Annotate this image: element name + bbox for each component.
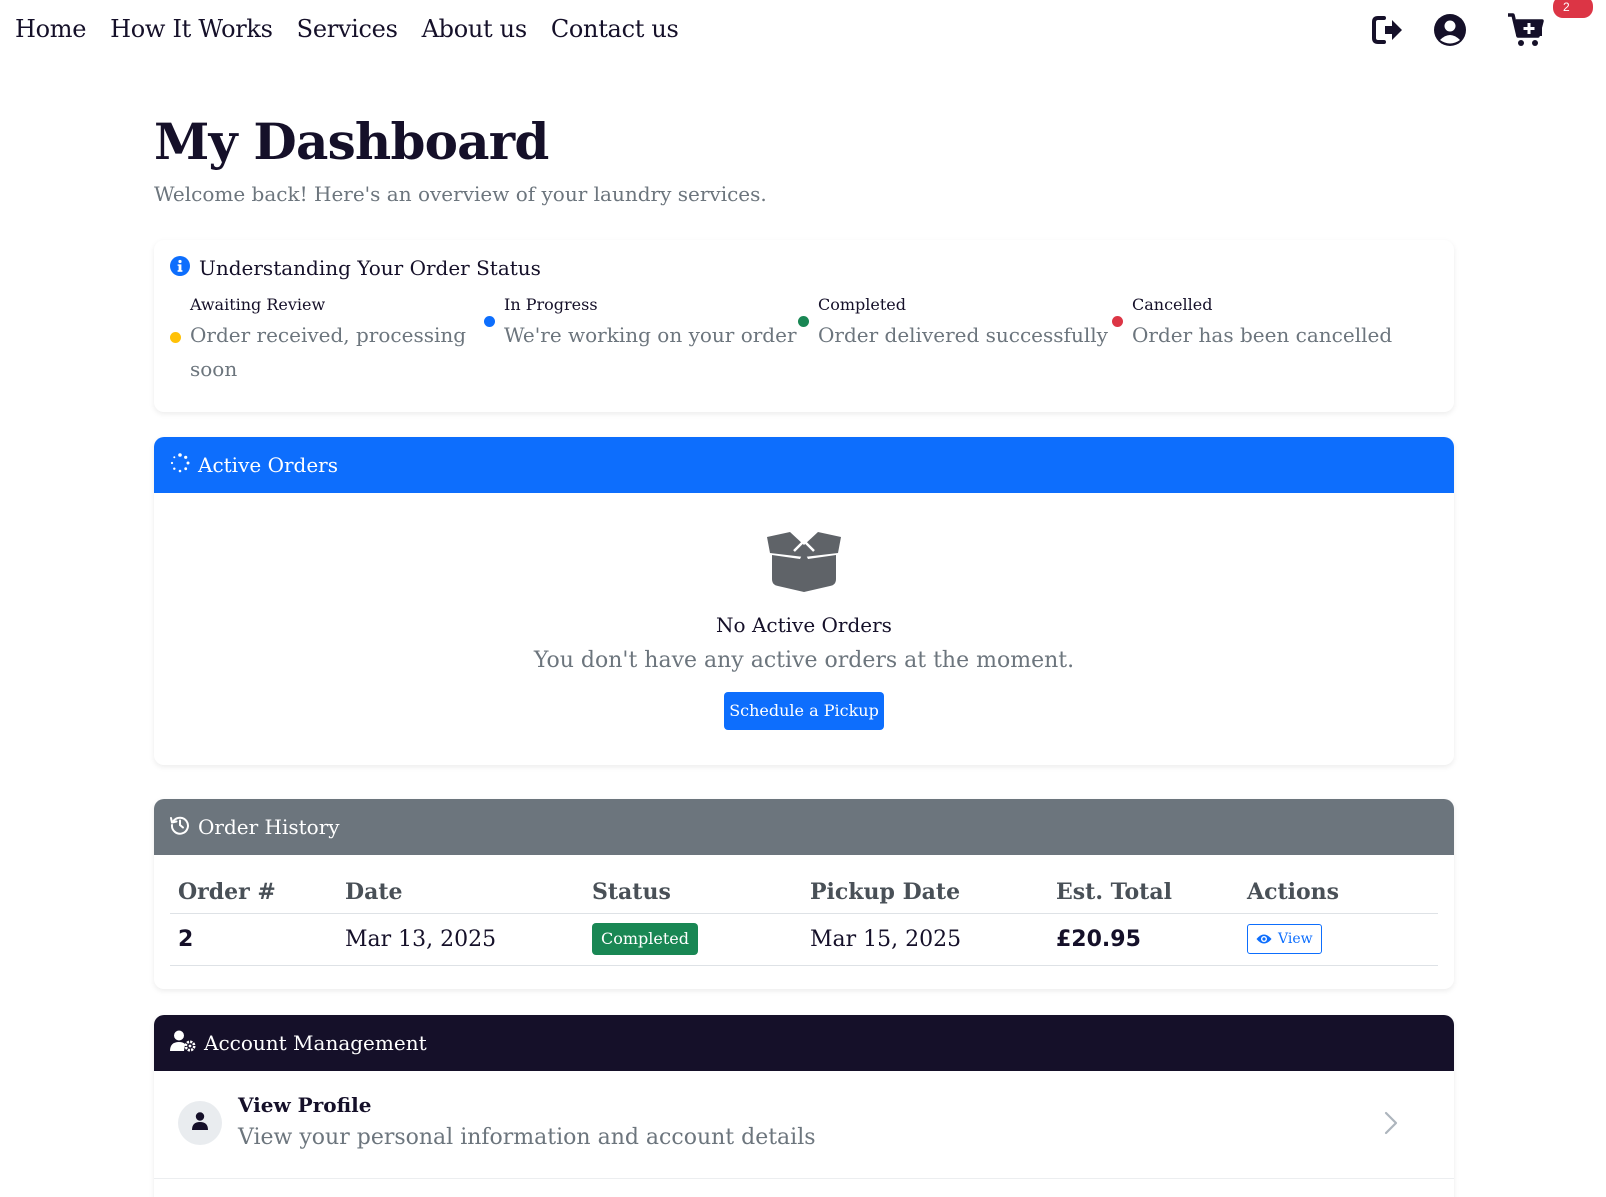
nav-links: Home How It Works Services About us Cont… (15, 13, 703, 45)
status-dot (170, 332, 181, 343)
order-pickup-date: Mar 15, 2025 (802, 913, 1048, 966)
user-icon (192, 1112, 208, 1134)
col-order-number: Order # (170, 871, 337, 914)
status-dot (1112, 316, 1123, 327)
dashboard-main: My Dashboard Welcome back! Here's an ove… (154, 110, 1454, 1197)
profile-avatar (178, 1101, 222, 1145)
cart-count-badge: 2 (1553, 0, 1593, 18)
col-status: Status (584, 871, 802, 914)
order-history-card: Order History Order # Date Status Pickup… (154, 799, 1454, 989)
order-number: 2 (170, 913, 337, 966)
view-button-label: View (1278, 931, 1313, 947)
view-profile-title: View Profile (238, 1093, 372, 1117)
nav-how-it-works-link[interactable]: How It Works (110, 13, 273, 45)
col-actions: Actions (1239, 871, 1438, 914)
schedule-pickup-button[interactable]: Schedule a Pickup (724, 692, 884, 730)
nav-home-link[interactable]: Home (15, 13, 86, 45)
status-legend-title: Understanding Your Order Status (199, 256, 541, 280)
col-pickup-date: Pickup Date (802, 871, 1048, 914)
eye-icon (1256, 933, 1272, 945)
empty-orders-title: No Active Orders (716, 613, 892, 637)
col-date: Date (337, 871, 584, 914)
order-status-legend-card: Understanding Your Order Status Awaiting… (154, 240, 1454, 412)
info-icon (170, 256, 190, 280)
legend-desc: Order delivered successfully (818, 323, 1108, 347)
page-title: My Dashboard (154, 112, 549, 171)
empty-orders-desc: You don't have any active orders at the … (533, 648, 1075, 673)
open-box-icon (764, 531, 844, 597)
col-est-total: Est. Total (1048, 871, 1239, 914)
order-history-title: Order History (198, 815, 340, 839)
status-badge: Completed (592, 923, 699, 955)
view-order-button[interactable]: View (1247, 924, 1322, 954)
order-date: Mar 13, 2025 (337, 913, 584, 966)
legend-desc: Order received, processing soon (190, 323, 467, 381)
legend-label: Completed (818, 295, 907, 314)
table-row: 2 Mar 13, 2025 Completed Mar 15, 2025 £2… (170, 913, 1438, 966)
cart-icon[interactable] (1506, 10, 1546, 50)
legend-label: In Progress (504, 295, 598, 314)
account-management-header: Account Management (154, 1015, 1454, 1071)
active-orders-header: Active Orders (154, 437, 1454, 493)
active-orders-title: Active Orders (198, 453, 338, 477)
logout-icon[interactable] (1368, 10, 1408, 50)
order-total: £20.95 (1048, 913, 1239, 966)
page-subtitle: Welcome back! Here's an overview of your… (154, 182, 767, 206)
order-status-cell: Completed (584, 913, 802, 966)
view-profile-desc: View your personal information and accou… (238, 1125, 816, 1150)
order-actions-cell: View (1239, 913, 1438, 966)
active-orders-card: Active Orders No Active Orders You don't… (154, 437, 1454, 765)
order-history-header: Order History (154, 799, 1454, 855)
nav-contact-link[interactable]: Contact us (551, 13, 679, 45)
legend-label: Cancelled (1132, 295, 1213, 314)
active-orders-empty-state: No Active Orders You don't have any acti… (154, 493, 1454, 765)
account-icon[interactable] (1430, 10, 1470, 50)
table-header-row: Order # Date Status Pickup Date Est. Tot… (170, 871, 1438, 914)
legend-label: Awaiting Review (190, 295, 326, 314)
status-dot (798, 316, 809, 327)
order-history-table: Order # Date Status Pickup Date Est. Tot… (170, 871, 1438, 966)
legend-desc: We're working on your order (504, 323, 797, 347)
status-legend-header: Understanding Your Order Status (170, 254, 541, 282)
chevron-right-icon (1384, 1111, 1398, 1139)
status-dot (484, 316, 495, 327)
view-profile-item[interactable]: View Profile View your personal informat… (154, 1071, 1454, 1179)
spinner-icon (170, 453, 190, 477)
user-gear-icon (170, 1030, 196, 1056)
top-nav: Home How It Works Services About us Cont… (0, 0, 1606, 60)
account-management-card: Account Management View Profile View you… (154, 1015, 1454, 1197)
nav-services-link[interactable]: Services (297, 13, 398, 45)
history-icon (170, 815, 190, 839)
legend-desc: Order has been cancelled (1132, 323, 1393, 347)
account-management-title: Account Management (204, 1031, 427, 1055)
nav-about-link[interactable]: About us (422, 13, 528, 45)
